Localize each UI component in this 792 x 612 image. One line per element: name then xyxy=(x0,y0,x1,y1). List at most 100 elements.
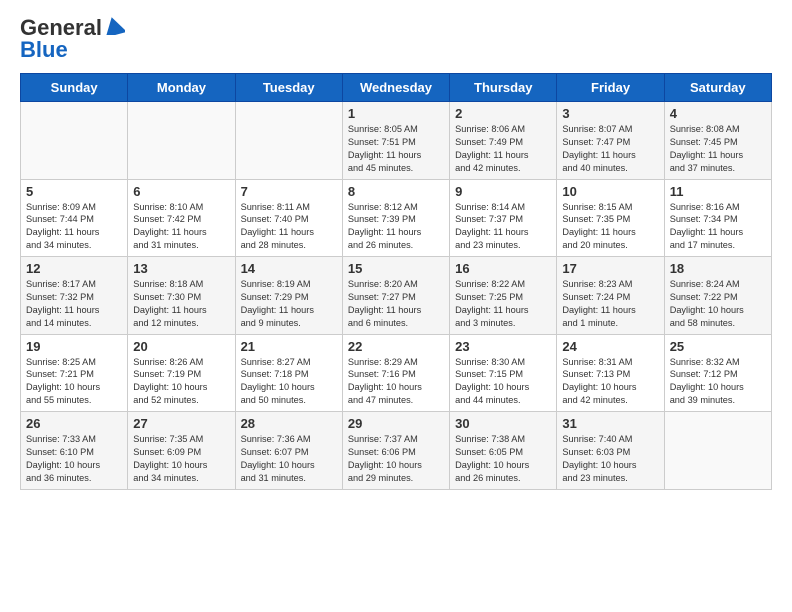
day-number: 29 xyxy=(348,416,444,431)
week-row-4: 19Sunrise: 8:25 AM Sunset: 7:21 PM Dayli… xyxy=(21,334,772,412)
calendar-cell: 26Sunrise: 7:33 AM Sunset: 6:10 PM Dayli… xyxy=(21,412,128,490)
day-info: Sunrise: 8:22 AM Sunset: 7:25 PM Dayligh… xyxy=(455,278,551,330)
calendar-cell xyxy=(21,102,128,180)
day-number: 17 xyxy=(562,261,658,276)
calendar-cell: 10Sunrise: 8:15 AM Sunset: 7:35 PM Dayli… xyxy=(557,179,664,257)
day-info: Sunrise: 8:11 AM Sunset: 7:40 PM Dayligh… xyxy=(241,201,337,253)
day-number: 18 xyxy=(670,261,766,276)
calendar-cell: 1 Sunrise: 8:05 AM Sunset: 7:51 PM Daylig… xyxy=(342,102,449,180)
header-row: SundayMondayTuesdayWednesdayThursdayFrid… xyxy=(21,74,772,102)
day-number: 27 xyxy=(133,416,229,431)
week-row-5: 26Sunrise: 7:33 AM Sunset: 6:10 PM Dayli… xyxy=(21,412,772,490)
day-number: 3 xyxy=(562,106,658,121)
day-info: Sunrise: 8:32 AM Sunset: 7:12 PM Dayligh… xyxy=(670,356,766,408)
day-info: Sunrise: 8:19 AM Sunset: 7:29 PM Dayligh… xyxy=(241,278,337,330)
calendar-cell: 17 Sunrise: 8:23 AM Sunset: 7:24 PM Dayli… xyxy=(557,257,664,335)
day-number: 22 xyxy=(348,339,444,354)
calendar-cell: 31 Sunrise: 7:40 AM Sunset: 6:03 PM Dayli… xyxy=(557,412,664,490)
header-day-sunday: Sunday xyxy=(21,74,128,102)
calendar-cell: 21 Sunrise: 8:27 AM Sunset: 7:18 PM Dayli… xyxy=(235,334,342,412)
calendar-cell: 5 Sunrise: 8:09 AM Sunset: 7:44 PM Daylig… xyxy=(21,179,128,257)
calendar-cell: 28Sunrise: 7:36 AM Sunset: 6:07 PM Dayli… xyxy=(235,412,342,490)
day-info: Sunrise: 8:26 AM Sunset: 7:19 PM Dayligh… xyxy=(133,356,229,408)
day-info: Sunrise: 8:30 AM Sunset: 7:15 PM Dayligh… xyxy=(455,356,551,408)
day-number: 9 xyxy=(455,184,551,199)
day-number: 2 xyxy=(455,106,551,121)
header-day-monday: Monday xyxy=(128,74,235,102)
day-info: Sunrise: 8:15 AM Sunset: 7:35 PM Dayligh… xyxy=(562,201,658,253)
calendar-cell: 6Sunrise: 8:10 AM Sunset: 7:42 PM Daylig… xyxy=(128,179,235,257)
day-info: Sunrise: 8:29 AM Sunset: 7:16 PM Dayligh… xyxy=(348,356,444,408)
day-number: 8 xyxy=(348,184,444,199)
day-number: 24 xyxy=(562,339,658,354)
calendar-cell: 29 Sunrise: 7:37 AM Sunset: 6:06 PM Dayli… xyxy=(342,412,449,490)
day-info: Sunrise: 8:07 AM Sunset: 7:47 PM Dayligh… xyxy=(562,123,658,175)
calendar-cell: 23 Sunrise: 8:30 AM Sunset: 7:15 PM Dayli… xyxy=(450,334,557,412)
day-number: 31 xyxy=(562,416,658,431)
calendar-cell: 2 Sunrise: 8:06 AM Sunset: 7:49 PM Daylig… xyxy=(450,102,557,180)
day-number: 21 xyxy=(241,339,337,354)
calendar-cell: 20 Sunrise: 8:26 AM Sunset: 7:19 PM Dayli… xyxy=(128,334,235,412)
calendar-cell: 16 Sunrise: 8:22 AM Sunset: 7:25 PM Dayli… xyxy=(450,257,557,335)
day-number: 19 xyxy=(26,339,122,354)
day-number: 23 xyxy=(455,339,551,354)
day-info: Sunrise: 7:35 AM Sunset: 6:09 PM Dayligh… xyxy=(133,433,229,485)
calendar-cell: 27 Sunrise: 7:35 AM Sunset: 6:09 PM Dayli… xyxy=(128,412,235,490)
calendar-cell: 9Sunrise: 8:14 AM Sunset: 7:37 PM Daylig… xyxy=(450,179,557,257)
calendar-container: General Blue SundayMondayTuesdayWednesda… xyxy=(0,0,792,500)
header-day-wednesday: Wednesday xyxy=(342,74,449,102)
day-number: 5 xyxy=(26,184,122,199)
day-number: 15 xyxy=(348,261,444,276)
day-info: Sunrise: 7:37 AM Sunset: 6:06 PM Dayligh… xyxy=(348,433,444,485)
calendar-cell: 24 Sunrise: 8:31 AM Sunset: 7:13 PM Dayli… xyxy=(557,334,664,412)
day-number: 6 xyxy=(133,184,229,199)
week-row-1: 1 Sunrise: 8:05 AM Sunset: 7:51 PM Daylig… xyxy=(21,102,772,180)
day-number: 30 xyxy=(455,416,551,431)
day-info: Sunrise: 8:27 AM Sunset: 7:18 PM Dayligh… xyxy=(241,356,337,408)
calendar-cell xyxy=(664,412,771,490)
day-info: Sunrise: 8:17 AM Sunset: 7:32 PM Dayligh… xyxy=(26,278,122,330)
day-info: Sunrise: 8:06 AM Sunset: 7:49 PM Dayligh… xyxy=(455,123,551,175)
day-info: Sunrise: 8:05 AM Sunset: 7:51 PM Dayligh… xyxy=(348,123,444,175)
calendar-cell: 8 Sunrise: 8:12 AM Sunset: 7:39 PM Daylig… xyxy=(342,179,449,257)
week-row-3: 12 Sunrise: 8:17 AM Sunset: 7:32 PM Dayli… xyxy=(21,257,772,335)
day-number: 28 xyxy=(241,416,337,431)
day-info: Sunrise: 8:16 AM Sunset: 7:34 PM Dayligh… xyxy=(670,201,766,253)
header-day-saturday: Saturday xyxy=(664,74,771,102)
day-info: Sunrise: 8:24 AM Sunset: 7:22 PM Dayligh… xyxy=(670,278,766,330)
day-number: 14 xyxy=(241,261,337,276)
day-info: Sunrise: 8:09 AM Sunset: 7:44 PM Dayligh… xyxy=(26,201,122,253)
day-info: Sunrise: 8:08 AM Sunset: 7:45 PM Dayligh… xyxy=(670,123,766,175)
day-number: 7 xyxy=(241,184,337,199)
day-number: 16 xyxy=(455,261,551,276)
calendar-cell: 11Sunrise: 8:16 AM Sunset: 7:34 PM Dayli… xyxy=(664,179,771,257)
day-number: 13 xyxy=(133,261,229,276)
calendar-cell: 18 Sunrise: 8:24 AM Sunset: 7:22 PM Dayli… xyxy=(664,257,771,335)
calendar-cell: 19Sunrise: 8:25 AM Sunset: 7:21 PM Dayli… xyxy=(21,334,128,412)
calendar-cell: 7 Sunrise: 8:11 AM Sunset: 7:40 PM Daylig… xyxy=(235,179,342,257)
header-day-friday: Friday xyxy=(557,74,664,102)
header-day-tuesday: Tuesday xyxy=(235,74,342,102)
day-info: Sunrise: 8:23 AM Sunset: 7:24 PM Dayligh… xyxy=(562,278,658,330)
day-info: Sunrise: 7:38 AM Sunset: 6:05 PM Dayligh… xyxy=(455,433,551,485)
header: General Blue xyxy=(20,15,772,63)
day-number: 1 xyxy=(348,106,444,121)
day-number: 20 xyxy=(133,339,229,354)
calendar-cell: 25Sunrise: 8:32 AM Sunset: 7:12 PM Dayli… xyxy=(664,334,771,412)
day-info: Sunrise: 8:20 AM Sunset: 7:27 PM Dayligh… xyxy=(348,278,444,330)
day-number: 12 xyxy=(26,261,122,276)
day-info: Sunrise: 7:40 AM Sunset: 6:03 PM Dayligh… xyxy=(562,433,658,485)
day-info: Sunrise: 8:31 AM Sunset: 7:13 PM Dayligh… xyxy=(562,356,658,408)
day-number: 4 xyxy=(670,106,766,121)
calendar-cell: 13 Sunrise: 8:18 AM Sunset: 7:30 PM Dayli… xyxy=(128,257,235,335)
week-row-2: 5 Sunrise: 8:09 AM Sunset: 7:44 PM Daylig… xyxy=(21,179,772,257)
calendar-cell: 15 Sunrise: 8:20 AM Sunset: 7:27 PM Dayli… xyxy=(342,257,449,335)
calendar-cell: 30 Sunrise: 7:38 AM Sunset: 6:05 PM Dayli… xyxy=(450,412,557,490)
calendar-cell: 3 Sunrise: 8:07 AM Sunset: 7:47 PM Daylig… xyxy=(557,102,664,180)
calendar-cell: 12 Sunrise: 8:17 AM Sunset: 7:32 PM Dayli… xyxy=(21,257,128,335)
logo-blue-text: Blue xyxy=(20,37,68,63)
logo-bird-icon xyxy=(103,17,125,35)
day-info: Sunrise: 8:18 AM Sunset: 7:30 PM Dayligh… xyxy=(133,278,229,330)
calendar-cell: 22 Sunrise: 8:29 AM Sunset: 7:16 PM Dayli… xyxy=(342,334,449,412)
day-info: Sunrise: 8:12 AM Sunset: 7:39 PM Dayligh… xyxy=(348,201,444,253)
